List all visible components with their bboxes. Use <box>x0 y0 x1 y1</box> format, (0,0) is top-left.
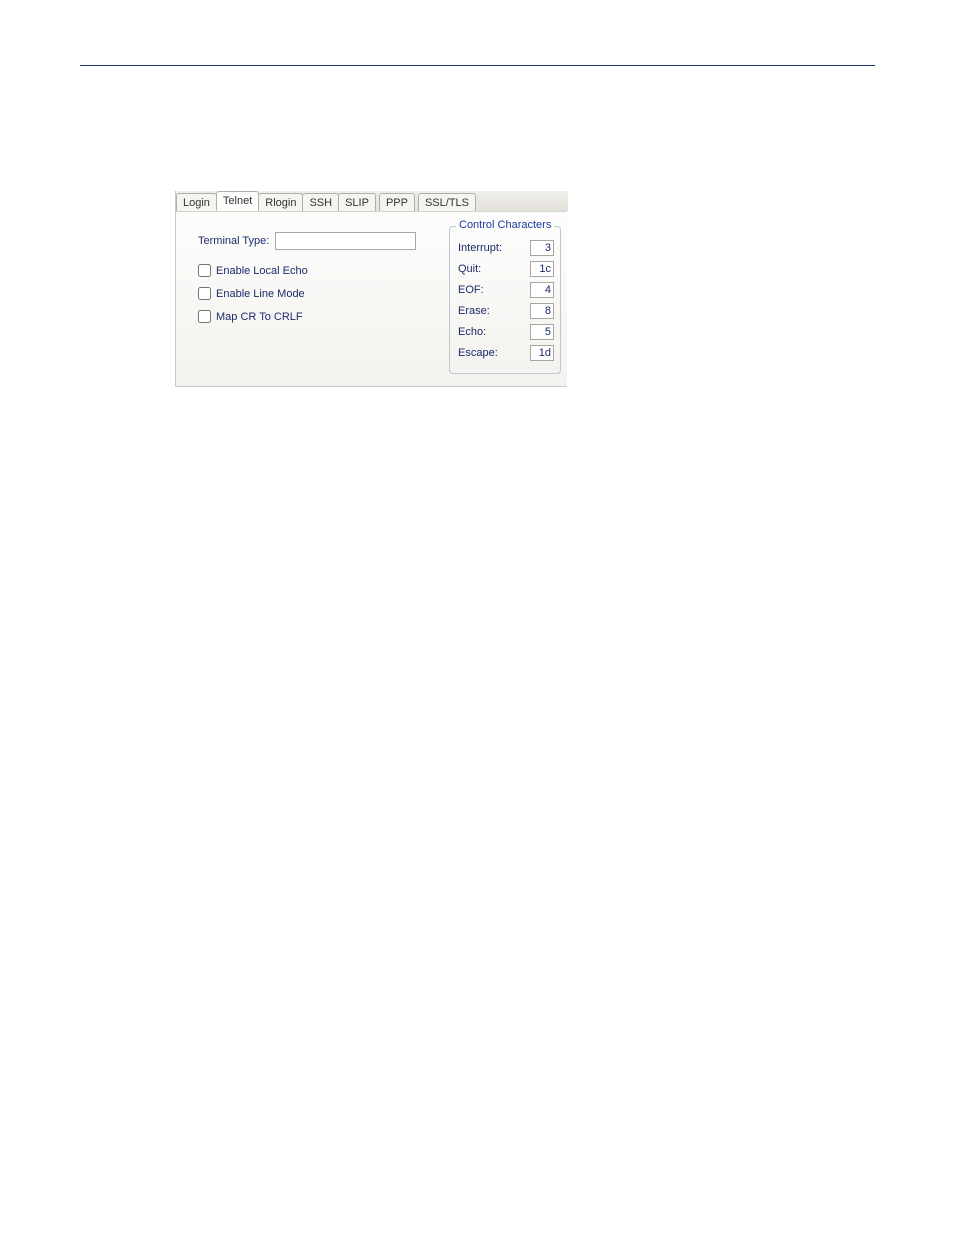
cc-erase-label: Erase: <box>458 305 490 317</box>
enable-line-mode-label: Enable Line Mode <box>216 288 305 300</box>
terminal-type-label: Terminal Type: <box>198 235 269 247</box>
tab-ssh[interactable]: SSH <box>302 193 339 212</box>
tab-bar: Login Telnet Rlogin SSH SLIP PPP SSL/TLS <box>176 191 568 211</box>
terminal-type-input[interactable] <box>275 232 416 250</box>
tab-rlogin[interactable]: Rlogin <box>258 193 303 212</box>
tab-telnet[interactable]: Telnet <box>216 191 259 211</box>
tab-ssl-tls[interactable]: SSL/TLS <box>418 193 476 212</box>
cc-eof-label: EOF: <box>458 284 484 296</box>
tab-body: Terminal Type: Enable Local Echo Enable … <box>176 211 567 386</box>
cc-interrupt-input[interactable] <box>530 240 554 256</box>
map-cr-to-crlf-label: Map CR To CRLF <box>216 311 303 323</box>
enable-local-echo-checkbox[interactable] <box>198 264 211 277</box>
cc-escape-label: Escape: <box>458 347 498 359</box>
cc-interrupt-label: Interrupt: <box>458 242 502 254</box>
tab-slip[interactable]: SLIP <box>338 193 376 212</box>
tab-login[interactable]: Login <box>176 193 217 212</box>
enable-local-echo-label: Enable Local Echo <box>216 265 308 277</box>
cc-echo-input[interactable] <box>530 324 554 340</box>
telnet-form: Terminal Type: Enable Local Echo Enable … <box>198 232 428 333</box>
cc-eof-input[interactable] <box>530 282 554 298</box>
cc-quit-input[interactable] <box>530 261 554 277</box>
cc-erase-input[interactable] <box>530 303 554 319</box>
cc-echo-label: Echo: <box>458 326 486 338</box>
cc-quit-label: Quit: <box>458 263 481 275</box>
settings-panel: Login Telnet Rlogin SSH SLIP PPP SSL/TLS… <box>175 191 567 387</box>
control-characters-legend: Control Characters <box>456 219 554 231</box>
tab-ppp[interactable]: PPP <box>379 193 415 212</box>
control-characters-group: Control Characters Interrupt: Quit: EOF: <box>449 226 561 374</box>
enable-line-mode-checkbox[interactable] <box>198 287 211 300</box>
header-rule <box>80 65 875 66</box>
map-cr-to-crlf-checkbox[interactable] <box>198 310 211 323</box>
cc-escape-input[interactable] <box>530 345 554 361</box>
